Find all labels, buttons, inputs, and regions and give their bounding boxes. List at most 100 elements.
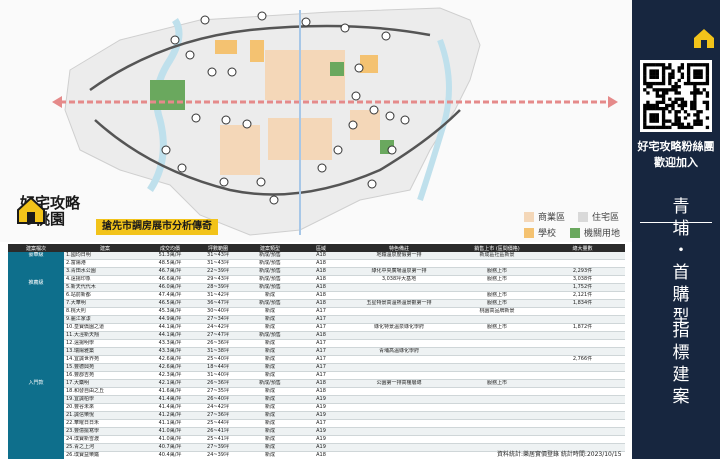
table-cell: 41.6萬/坪 — [146, 387, 194, 396]
table-cell: 46.6萬/坪 — [146, 275, 194, 284]
table-cell: 新成 — [242, 387, 298, 396]
table-cell: A19 — [298, 443, 344, 452]
table-cell — [454, 411, 540, 420]
school-swatch-icon — [524, 227, 534, 238]
vertical-char: 購 — [672, 285, 690, 305]
table-cell: A17 — [298, 323, 344, 332]
table-cell: A18 — [298, 283, 344, 292]
project-name-cell: 16.豐郡吉苑 — [64, 371, 146, 380]
table-row: 23.豐億擺寫學 41.0萬/坪 26~41坪 新成 A19 — [8, 427, 625, 436]
project-name-cell: 17.大藥明 — [64, 379, 146, 388]
table-cell: 41.4萬/坪 — [146, 403, 194, 412]
qr-code[interactable] — [640, 60, 712, 132]
table-cell: 40.7萬/坪 — [146, 443, 194, 452]
table-row: 18.和發自由之丘 41.6萬/坪 27~35坪 新成 A18 — [8, 387, 625, 396]
table-cell — [344, 443, 454, 452]
table-cell: 新成 — [242, 307, 298, 316]
table-cell: 新成 — [242, 363, 298, 372]
project-name-cell: 19.宜誠柏學 — [64, 395, 146, 404]
table-cell: 1,834件 — [540, 299, 625, 308]
project-name-cell: 24.璞寶新雪渡 — [64, 435, 146, 444]
table-row: 19.宜誠柏學 41.4萬/坪 26~40坪 新成 A19 — [8, 395, 625, 404]
table-cell — [540, 315, 625, 324]
table-cell: A18 — [298, 267, 344, 276]
table-row: 16.豐郡吉苑 42.3萬/坪 31~40坪 新成 A17 — [8, 371, 625, 380]
project-name-cell: 14.宜誠世界苑 — [64, 355, 146, 364]
table-cell — [540, 395, 625, 404]
table-cell — [344, 339, 454, 348]
table-cell: 44.9萬/坪 — [146, 315, 194, 324]
table-row: 入門款 8.桃大則 45.3萬/坪 30~40坪 新成 A17 桃園高品牌新景 — [8, 307, 625, 459]
table-cell: A17 — [298, 339, 344, 348]
table-cell: A19 — [298, 411, 344, 420]
table-cell — [454, 435, 540, 444]
brand-tagline: 搶先市調房展市分析傳奇 — [96, 219, 218, 235]
vertical-char: 埔 — [672, 219, 690, 239]
table-cell: A18 — [298, 291, 344, 300]
table-cell: 24~42坪 — [194, 403, 242, 412]
table-cell — [454, 387, 540, 396]
table-cell: 27~36坪 — [194, 411, 242, 420]
project-name-cell: 22.華曜日日禾 — [64, 419, 146, 428]
table-cell — [344, 283, 454, 292]
table-cell — [454, 371, 540, 380]
vertical-char: 指 — [672, 321, 690, 341]
table-cell: 新成/預售 — [242, 299, 298, 308]
table-cell: 新成 — [242, 371, 298, 380]
agency-swatch-icon — [570, 227, 580, 238]
table-cell: A17 — [298, 315, 344, 324]
table-cell: 新成/預售 — [242, 267, 298, 276]
table-cell: 47.4萬/坪 — [146, 291, 194, 300]
project-name-cell: 25.青之上河 — [64, 443, 146, 452]
project-name-cell: 11.大涇新天翔 — [64, 331, 146, 340]
table-body: 豪華級 1.國均日明 51.3萬/坪 31~43坪 新成/預售 A18 地鐵溫泉度假第一排新… — [8, 252, 625, 459]
table-cell: 28~39坪 — [194, 283, 242, 292]
project-name-cell: 3.青田水公園 — [64, 267, 146, 276]
table-cell: A18 — [298, 252, 344, 260]
table-cell: 3,038件 — [540, 275, 625, 284]
table-cell — [454, 419, 540, 428]
table-cell: 新成/預售 — [242, 259, 298, 268]
project-name-cell: 8.桃大則 — [64, 307, 146, 316]
table-cell — [540, 331, 625, 340]
table-cell — [454, 259, 540, 268]
table-cell: A19 — [298, 435, 344, 444]
table-cell: A17 — [298, 355, 344, 364]
table-cell: 25~44坪 — [194, 419, 242, 428]
table-cell: 24~39坪 — [194, 451, 242, 459]
table-cell: 五星特景高溫熱溫景觀第一排 — [344, 299, 454, 308]
col-header: 總大量數 — [540, 244, 625, 252]
table-cell: 新成 — [242, 451, 298, 459]
table-cell: 30~40坪 — [194, 307, 242, 316]
table-cell: 31~38坪 — [194, 347, 242, 356]
property-table: 建案檔次 建案 成交均價 坪數範圍 建案類型 區域 特色備註 銷售上市 (區間價… — [8, 244, 625, 459]
table-row: 20.豐谷未來 41.4萬/坪 24~42坪 新成 A19 — [8, 403, 625, 412]
vertical-char: 標 — [672, 343, 690, 363]
table-row: 22.華曜日日禾 41.1萬/坪 25~44坪 新成 A17 — [8, 419, 625, 428]
table-cell — [540, 403, 625, 412]
table-cell — [540, 252, 625, 260]
table-cell — [540, 371, 625, 380]
table-cell — [344, 331, 454, 340]
table-cell — [344, 411, 454, 420]
table-cell: 27~35坪 — [194, 387, 242, 396]
table-cell: 新成 — [242, 427, 298, 436]
table-cell: 新成/預售 — [242, 283, 298, 292]
table-cell: 新成 — [242, 403, 298, 412]
project-name-cell: 18.和發自由之丘 — [64, 387, 146, 396]
table-cell: 41.0萬/坪 — [146, 435, 194, 444]
table-cell: 綠化特景溫泉綠化學府 — [344, 323, 454, 332]
table-row: 6.站前新都 47.4萬/坪 31~42坪 新成 A18 服務上市 2,121件 — [8, 291, 625, 300]
data-source-footer: 資料統計:樂居實價登錄 統計時間:2023/10/15 — [497, 451, 622, 458]
table-cell: 44.1萬/坪 — [146, 331, 194, 340]
project-name-cell: 1.國均日明 — [64, 252, 146, 260]
vertical-char: 案 — [672, 387, 690, 407]
table-cell — [540, 419, 625, 428]
table-cell: 服務上市 — [454, 379, 540, 388]
table-cell — [454, 347, 540, 356]
col-header: 成交均價 — [146, 244, 194, 252]
table-cell — [344, 403, 454, 412]
table-row: 15.豐德興苑 42.6萬/坪 18~44坪 新成 A17 — [8, 363, 625, 372]
vertical-char: 首 — [672, 263, 690, 283]
project-name-cell: 2.富陽港 — [64, 259, 146, 268]
